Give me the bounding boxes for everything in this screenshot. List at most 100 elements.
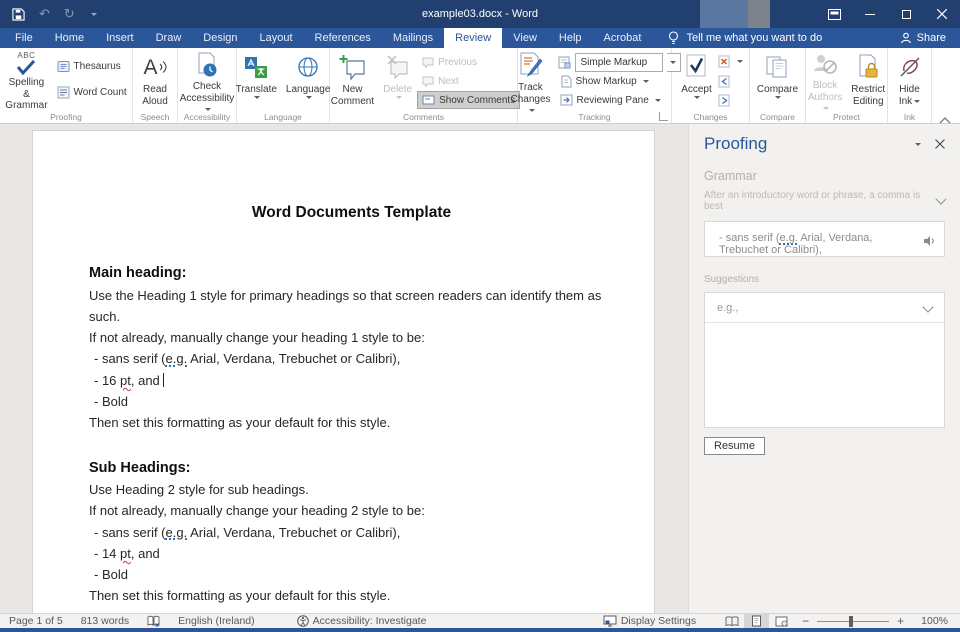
reviewing-pane-icon <box>560 94 573 106</box>
zoom-slider[interactable] <box>817 621 889 622</box>
zoom-slider-thumb[interactable] <box>849 616 853 627</box>
ribbon-group-tracking: Track Changes Simple Markup Show Markup … <box>518 48 672 123</box>
collapse-ribbon-icon[interactable] <box>939 111 951 119</box>
speaker-icon[interactable] <box>923 235 936 250</box>
accept-button[interactable]: Accept <box>677 51 716 109</box>
doc-heading-main[interactable]: Main heading: <box>89 263 614 284</box>
page-indicator[interactable]: Page 1 of 5 <box>0 614 72 628</box>
doc-paragraph[interactable]: such. <box>89 306 614 327</box>
doc-paragraph[interactable]: If not already, manually change your hea… <box>89 500 614 521</box>
pane-close-icon[interactable] <box>935 139 945 149</box>
web-layout-icon <box>775 616 788 627</box>
tab-file[interactable]: File <box>4 28 44 48</box>
resume-button[interactable]: Resume <box>704 437 765 455</box>
close-button[interactable] <box>924 0 960 28</box>
proofing-status-button[interactable] <box>138 614 169 628</box>
web-layout-button[interactable] <box>769 614 794 629</box>
doc-heading-sub[interactable]: Sub Headings: <box>89 458 614 479</box>
undo-icon[interactable]: ↶ <box>39 4 50 24</box>
doc-bullet[interactable]: - 14 pt, and <box>89 543 614 564</box>
restrict-editing-button[interactable]: Restrict Editing <box>847 51 889 109</box>
save-icon[interactable] <box>12 4 25 24</box>
previous-comment-button[interactable]: Previous <box>417 53 520 71</box>
zoom-level[interactable]: 100% <box>912 614 960 628</box>
tell-me-label: Tell me what you want to do <box>686 32 822 44</box>
spelling-grammar-icon: ABC <box>16 52 36 75</box>
next-comment-button[interactable]: Next <box>417 72 520 90</box>
new-comment-button[interactable]: New Comment <box>327 51 378 109</box>
read-mode-button[interactable] <box>719 614 744 629</box>
print-layout-icon <box>751 615 762 627</box>
language-indicator[interactable]: English (Ireland) <box>169 614 263 628</box>
check-accessibility-button[interactable]: Check Accessibility <box>176 51 238 109</box>
previous-change-button[interactable] <box>717 73 744 90</box>
maximize-button[interactable] <box>888 0 924 28</box>
pane-options-icon[interactable] <box>915 143 921 146</box>
tab-help[interactable]: Help <box>548 28 593 48</box>
chevron-down-icon[interactable] <box>935 193 946 204</box>
read-aloud-button[interactable]: A Read Aloud <box>138 51 172 109</box>
block-authors-icon <box>812 52 838 78</box>
tab-draw[interactable]: Draw <box>145 28 193 48</box>
customize-qat-icon[interactable] <box>89 4 97 24</box>
doc-paragraph[interactable]: Then set this formatting as your default… <box>89 412 614 433</box>
new-comment-icon <box>339 52 366 82</box>
proofing-status-icon <box>147 615 160 627</box>
reviewing-pane-button[interactable]: Reviewing Pane <box>556 91 683 109</box>
show-markup-button[interactable]: Show Markup <box>556 72 683 90</box>
delete-comment-button[interactable]: Delete <box>379 51 416 109</box>
doc-paragraph[interactable]: Use the Heading 1 style for primary head… <box>89 285 614 306</box>
doc-bullet[interactable]: - 16 pt, and <box>89 370 614 391</box>
tab-design[interactable]: Design <box>192 28 248 48</box>
tab-mailings[interactable]: Mailings <box>382 28 444 48</box>
minimize-button[interactable] <box>852 0 888 28</box>
next-change-button[interactable] <box>717 92 744 109</box>
ribbon-group-compare: Compare Compare <box>750 48 806 123</box>
ribbon-end <box>932 48 959 123</box>
ribbon-display-options-icon[interactable] <box>816 0 852 28</box>
block-authors-button[interactable]: Block Authors <box>804 51 846 109</box>
display-for-review-combobox[interactable]: Simple Markup <box>575 53 663 72</box>
show-comments-button[interactable]: Show Comments <box>417 91 520 109</box>
tab-references[interactable]: References <box>304 28 382 48</box>
tab-layout[interactable]: Layout <box>249 28 304 48</box>
doc-bullet[interactable]: - sans serif (e.g. Arial, Verdana, Trebu… <box>89 348 614 369</box>
language-icon <box>296 52 320 82</box>
document-page[interactable]: Word Documents Template Main heading: Us… <box>32 130 655 613</box>
doc-paragraph[interactable]: If not already, manually change your hea… <box>89 327 614 348</box>
doc-paragraph[interactable]: Use Heading 2 style for sub headings. <box>89 479 614 500</box>
redo-icon[interactable]: ↻ <box>64 4 75 24</box>
compare-button[interactable]: Compare <box>753 51 802 109</box>
reject-change-button[interactable] <box>717 53 744 70</box>
print-layout-button[interactable] <box>744 614 769 629</box>
tab-review[interactable]: Review <box>444 28 502 48</box>
suggestion-dropdown[interactable]: e.g., <box>705 293 944 323</box>
tab-acrobat[interactable]: Acrobat <box>593 28 653 48</box>
tab-insert[interactable]: Insert <box>95 28 145 48</box>
word-count-icon <box>57 86 70 99</box>
word-count-indicator[interactable]: 813 words <box>72 614 138 628</box>
doc-bullet[interactable]: - Bold <box>89 391 614 412</box>
doc-bullet[interactable]: - Bold <box>89 564 614 585</box>
tab-home[interactable]: Home <box>44 28 95 48</box>
display-settings-button[interactable]: Display Settings <box>594 614 705 628</box>
tell-me-box[interactable]: Tell me what you want to do <box>668 28 822 48</box>
word-count-button[interactable]: Word Count <box>53 83 131 101</box>
zoom-out-button[interactable]: − <box>802 614 809 628</box>
spelling-grammar-button[interactable]: ABC Spelling & Grammar <box>1 51 51 109</box>
thesaurus-button[interactable]: Thesaurus <box>53 57 131 75</box>
status-bar: Page 1 of 5 813 words English (Ireland) … <box>0 613 960 628</box>
accessibility-status-button[interactable]: Accessibility: Investigate <box>288 614 436 628</box>
share-button[interactable]: Share <box>900 28 946 48</box>
doc-paragraph[interactable]: Then set this formatting as your default… <box>89 585 614 606</box>
zoom-in-button[interactable]: + <box>897 614 904 628</box>
hide-ink-button[interactable]: Hide Ink <box>894 51 926 109</box>
doc-bullet[interactable]: - sans serif (e.g. Arial, Verdana, Trebu… <box>89 522 614 543</box>
next-change-icon <box>718 94 731 107</box>
grammar-sentence-card[interactable]: - sans serif (e.g. Arial, Verdana, Trebu… <box>704 221 945 257</box>
track-changes-button[interactable]: Track Changes <box>506 51 554 109</box>
doc-title[interactable]: Word Documents Template <box>89 202 614 223</box>
check-accessibility-icon <box>196 52 218 79</box>
translate-button[interactable]: Translate <box>232 51 281 109</box>
tab-view[interactable]: View <box>502 28 548 48</box>
